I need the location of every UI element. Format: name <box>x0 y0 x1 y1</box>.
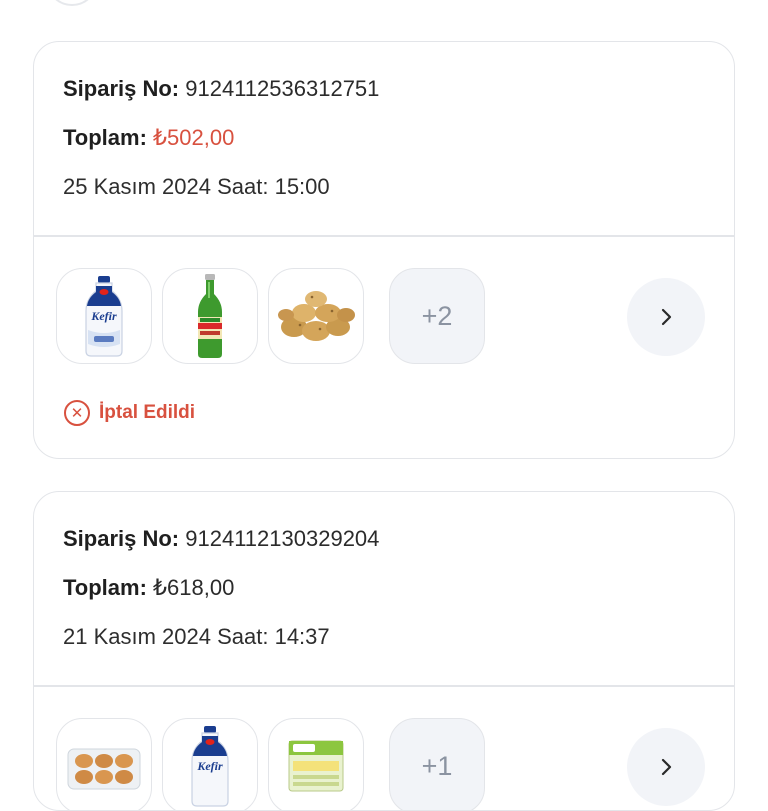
svg-text:Kefir: Kefir <box>196 759 223 773</box>
kefir-bottle-icon: Kefir <box>191 726 229 807</box>
soda-bottle-icon <box>198 274 222 358</box>
order-total-label: Toplam: <box>63 125 147 150</box>
order-number-value: 9124112536312751 <box>185 76 380 101</box>
potatoes-icon <box>278 291 355 341</box>
card-divider <box>34 235 734 237</box>
product-thumb <box>268 718 364 810</box>
card-divider <box>34 685 734 687</box>
partial-round-button[interactable] <box>46 0 98 6</box>
order-card[interactable]: Sipariş No: 9124112130329204 Toplam: ₺61… <box>33 491 735 811</box>
order-number-value: 9124112130329204 <box>185 526 380 551</box>
order-total-line: Toplam: ₺502,00 <box>63 125 234 151</box>
order-total-label: Toplam: <box>63 575 147 600</box>
order-date: 21 Kasım 2024 Saat: 14:37 <box>63 624 330 649</box>
order-detail-button[interactable] <box>627 728 705 806</box>
product-box-icon <box>288 740 344 792</box>
order-number-label: Sipariş No: <box>63 526 180 551</box>
more-products-badge[interactable]: +1 <box>389 718 485 810</box>
order-info: Sipariş No: 9124112536312751 Toplam: ₺50… <box>34 42 734 236</box>
order-detail-button[interactable] <box>627 278 705 356</box>
product-thumb: Kefir <box>56 268 152 364</box>
kefir-bottle-icon: Kefir <box>85 276 123 357</box>
order-status: ✕ İptal Edildi <box>64 398 195 428</box>
product-thumb <box>268 268 364 364</box>
chevron-right-icon <box>661 308 672 326</box>
order-info: Sipariş No: 9124112130329204 Toplam: ₺61… <box>34 492 734 686</box>
eggs-icon <box>67 748 141 790</box>
chevron-right-icon <box>661 758 672 776</box>
cancel-circle-icon: ✕ <box>64 400 90 426</box>
more-products-badge[interactable]: +2 <box>389 268 485 364</box>
order-status-label: İptal Edildi <box>99 402 196 423</box>
order-number-line: Sipariş No: 9124112130329204 <box>63 526 379 552</box>
order-number-label: Sipariş No: <box>63 76 180 101</box>
order-date: 25 Kasım 2024 Saat: 15:00 <box>63 174 330 199</box>
product-thumb <box>162 268 258 364</box>
product-thumb <box>56 718 152 810</box>
svg-text:Kefir: Kefir <box>90 309 117 323</box>
order-total-value: ₺502,00 <box>153 125 235 150</box>
order-total-value: ₺618,00 <box>153 575 235 600</box>
order-number-line: Sipariş No: 9124112536312751 <box>63 76 379 102</box>
product-thumb: Kefir <box>162 718 258 810</box>
order-total-line: Toplam: ₺618,00 <box>63 575 234 601</box>
order-card[interactable]: Sipariş No: 9124112536312751 Toplam: ₺50… <box>33 41 735 459</box>
